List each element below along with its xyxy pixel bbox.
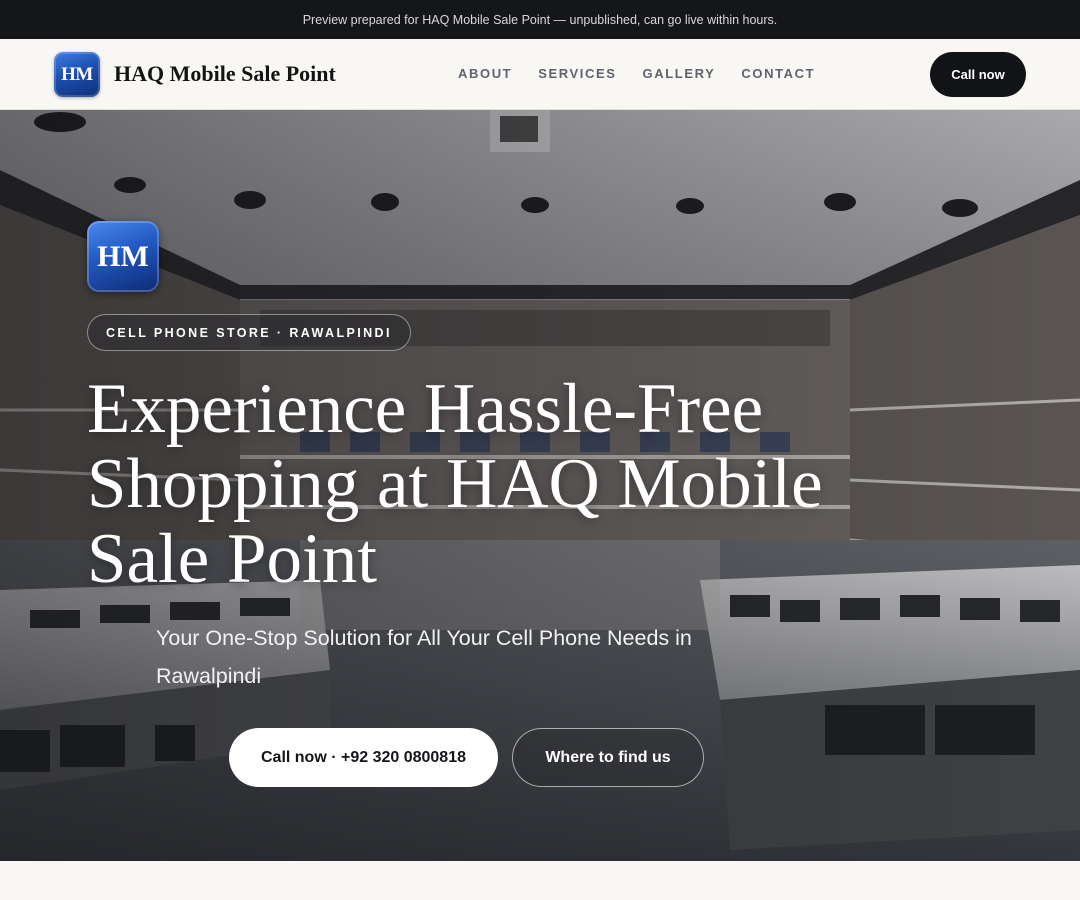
site-header: HM HAQ Mobile Sale Point ABOUT SERVICES … bbox=[0, 39, 1080, 110]
hero-call-button[interactable]: Call now · +92 320 0800818 bbox=[229, 728, 498, 787]
hero-logo-badge: HM bbox=[87, 221, 159, 292]
nav-link-gallery[interactable]: GALLERY bbox=[643, 66, 716, 81]
nav-link-contact[interactable]: CONTACT bbox=[741, 66, 815, 81]
hero-eyebrow-text: CELL PHONE STORE · RAWALPINDI bbox=[106, 325, 392, 340]
brand-logo[interactable]: HM bbox=[54, 52, 100, 97]
preview-banner-text: Preview prepared for HAQ Mobile Sale Poi… bbox=[302, 12, 778, 27]
preview-banner: Preview prepared for HAQ Mobile Sale Poi… bbox=[0, 0, 1080, 39]
main-nav: ABOUT SERVICES GALLERY CONTACT bbox=[458, 66, 815, 81]
hero-eyebrow-pill: CELL PHONE STORE · RAWALPINDI bbox=[87, 314, 411, 351]
hero-location-button[interactable]: Where to find us bbox=[512, 728, 704, 787]
hero-subtitle: Your One-Stop Solution for All Your Cell… bbox=[156, 626, 692, 688]
nav-link-services[interactable]: SERVICES bbox=[538, 66, 616, 81]
brand-name[interactable]: HAQ Mobile Sale Point bbox=[114, 61, 336, 87]
hero-title: Experience Hassle-Free Shopping at HAQ M… bbox=[87, 370, 823, 598]
nav-link-about[interactable]: ABOUT bbox=[458, 66, 512, 81]
header-call-button[interactable]: Call now bbox=[930, 52, 1026, 97]
hero-section: HM CELL PHONE STORE · RAWALPINDI Experie… bbox=[0, 110, 1080, 861]
